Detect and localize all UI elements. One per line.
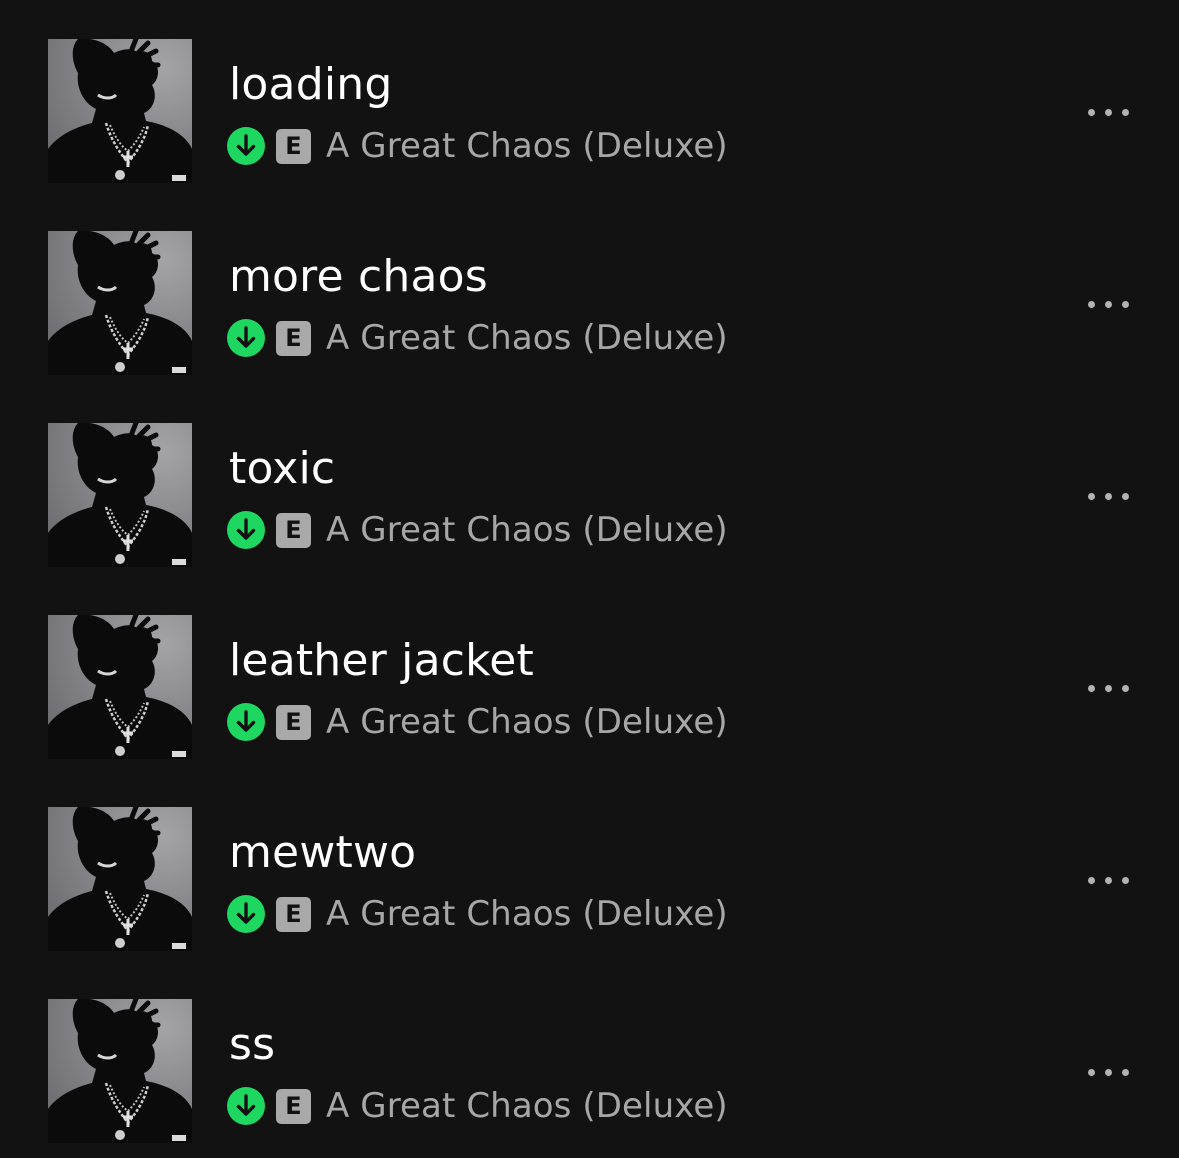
download-icon <box>227 1087 265 1125</box>
more-options-icon <box>1087 300 1095 308</box>
track-title: mewtwo <box>229 827 417 878</box>
album-cover <box>48 999 192 1143</box>
track-meta: E A Great Chaos (Deluxe) <box>227 508 728 552</box>
download-icon <box>227 895 265 933</box>
track-row[interactable]: more chaos E A Great Chaos (Deluxe) <box>0 192 1179 384</box>
download-icon <box>227 319 265 357</box>
more-options-icon <box>1087 684 1095 692</box>
track-title: ss <box>229 1019 276 1070</box>
more-options-icon <box>1087 108 1095 116</box>
more-options-icon <box>1087 1068 1095 1076</box>
track-row[interactable]: ss E A Great Chaos (Deluxe) <box>0 960 1179 1152</box>
track-meta: E A Great Chaos (Deluxe) <box>227 124 728 168</box>
more-options-button[interactable] <box>1076 668 1140 708</box>
more-options-icon <box>1087 876 1095 884</box>
album-name: A Great Chaos (Deluxe) <box>326 318 728 358</box>
download-icon <box>227 127 265 165</box>
track-row[interactable]: leather jacket E A Great Chaos (Deluxe) <box>0 576 1179 768</box>
track-meta: E A Great Chaos (Deluxe) <box>227 316 728 360</box>
track-row[interactable]: mewtwo E A Great Chaos (Deluxe) <box>0 768 1179 960</box>
track-row[interactable]: loading E A Great Chaos (Deluxe) <box>0 0 1179 192</box>
album-name: A Great Chaos (Deluxe) <box>326 702 728 742</box>
more-options-button[interactable] <box>1076 860 1140 900</box>
album-name: A Great Chaos (Deluxe) <box>326 894 728 934</box>
more-options-button[interactable] <box>1076 476 1140 516</box>
explicit-badge: E <box>276 512 311 548</box>
explicit-badge: E <box>276 704 311 740</box>
explicit-badge: E <box>276 128 311 164</box>
album-cover <box>48 615 192 759</box>
track-meta: E A Great Chaos (Deluxe) <box>227 892 728 936</box>
explicit-badge: E <box>276 1088 311 1124</box>
more-options-button[interactable] <box>1076 92 1140 132</box>
download-icon <box>227 703 265 741</box>
more-options-icon <box>1087 492 1095 500</box>
album-cover <box>48 807 192 951</box>
album-name: A Great Chaos (Deluxe) <box>326 1086 728 1126</box>
track-list: loading E A Great Chaos (Deluxe) more ch… <box>0 0 1179 1158</box>
track-meta: E A Great Chaos (Deluxe) <box>227 1084 728 1128</box>
track-row[interactable]: toxic E A Great Chaos (Deluxe) <box>0 384 1179 576</box>
album-name: A Great Chaos (Deluxe) <box>326 510 728 550</box>
album-cover <box>48 423 192 567</box>
track-title: toxic <box>229 443 336 494</box>
download-icon <box>227 511 265 549</box>
more-options-button[interactable] <box>1076 1052 1140 1092</box>
track-meta: E A Great Chaos (Deluxe) <box>227 700 728 744</box>
track-title: loading <box>229 59 393 110</box>
track-title: more chaos <box>229 251 488 302</box>
more-options-button[interactable] <box>1076 284 1140 324</box>
album-cover <box>48 39 192 183</box>
explicit-badge: E <box>276 896 311 932</box>
album-name: A Great Chaos (Deluxe) <box>326 126 728 166</box>
explicit-badge: E <box>276 320 311 356</box>
track-title: leather jacket <box>229 635 534 686</box>
album-cover <box>48 231 192 375</box>
